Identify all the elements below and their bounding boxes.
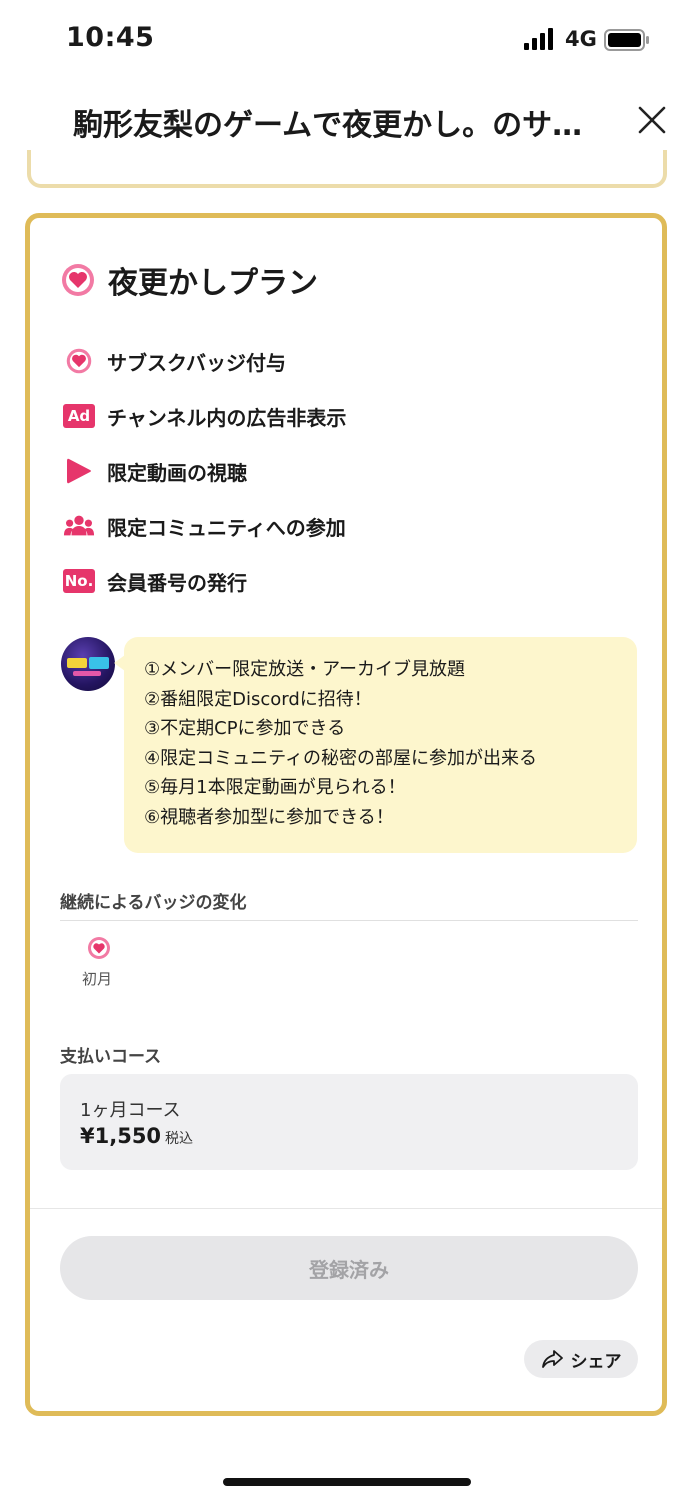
course-price: ¥1,550 税込 <box>80 1124 194 1148</box>
creator-avatar <box>61 637 115 691</box>
benefit-label: サブスクバッジ付与 <box>107 350 286 375</box>
divider <box>60 920 638 921</box>
heart-badge-icon <box>66 348 92 374</box>
message-line: ⑤毎月1本限定動画が見られる！ <box>144 777 406 798</box>
share-icon <box>541 1350 563 1368</box>
creator-message-bubble: ①メンバー限定放送・アーカイブ見放題 ②番組限定Discordに招待！ ③不定期… <box>114 637 637 853</box>
divider <box>30 1208 662 1209</box>
header: 駒形友梨のゲームで夜更かし。のサ… <box>0 90 693 152</box>
course-option[interactable]: 1ヶ月コース ¥1,550 税込 <box>60 1074 638 1170</box>
benefit-label: 限定動画の視聴 <box>107 460 247 485</box>
heart-badge-icon <box>88 937 110 959</box>
message-line: ④限定コミュニティの秘密の部屋に参加が出来る <box>144 747 538 769</box>
benefit-subscription-badge: サブスクバッジ付与 <box>63 344 286 378</box>
status-time: 10:45 <box>66 22 155 53</box>
community-icon <box>63 515 95 536</box>
ad-icon: Ad <box>63 402 95 430</box>
status-bar: 10:45 4G <box>0 0 693 80</box>
signal-icon <box>524 28 553 50</box>
network-type: 4G <box>565 27 597 51</box>
plan-title: 夜更かしプラン <box>108 266 318 301</box>
tax-note: 税込 <box>165 1131 194 1147</box>
badge-month-label: 初月 <box>82 970 113 988</box>
share-button[interactable]: シェア <box>524 1340 638 1378</box>
plan-card: 夜更かしプラン サブスクバッジ付与 Ad チャンネル内の広告非表示 限定動画の視… <box>25 213 667 1416</box>
benefit-member-number: No. 会員番号の発行 <box>63 564 247 598</box>
play-icon <box>67 458 91 484</box>
badge-section-label: 継続によるバッジの変化 <box>60 893 247 913</box>
benefit-label: チャンネル内の広告非表示 <box>107 405 347 430</box>
previous-plan-card <box>27 150 667 188</box>
benefit-limited-videos: 限定動画の視聴 <box>63 454 247 488</box>
page-title: 駒形友梨のゲームで夜更かし。のサ… <box>73 108 583 143</box>
home-indicator[interactable] <box>223 1478 471 1486</box>
battery-icon <box>604 29 649 51</box>
benefit-label: 会員番号の発行 <box>107 570 247 595</box>
close-icon[interactable] <box>632 100 672 140</box>
message-line: ③不定期CPに参加できる <box>144 718 346 739</box>
message-line: ①メンバー限定放送・アーカイブ見放題 <box>144 659 466 680</box>
heart-badge-icon <box>62 264 94 296</box>
share-label: シェア <box>570 1351 622 1372</box>
benefit-community: 限定コミュニティへの参加 <box>63 509 346 543</box>
message-line: ②番組限定Discordに招待！ <box>144 688 372 710</box>
course-name: 1ヶ月コース <box>80 1100 181 1121</box>
message-line: ⑥視聴者参加型に参加できる！ <box>144 806 394 828</box>
member-number-icon: No. <box>63 567 95 595</box>
plan-title-row: 夜更かしプラン <box>60 258 318 302</box>
registered-button[interactable]: 登録済み <box>60 1236 638 1300</box>
benefit-label: 限定コミュニティへの参加 <box>107 515 346 540</box>
benefit-no-ads: Ad チャンネル内の広告非表示 <box>63 399 346 433</box>
payment-section-label: 支払いコース <box>60 1047 162 1067</box>
